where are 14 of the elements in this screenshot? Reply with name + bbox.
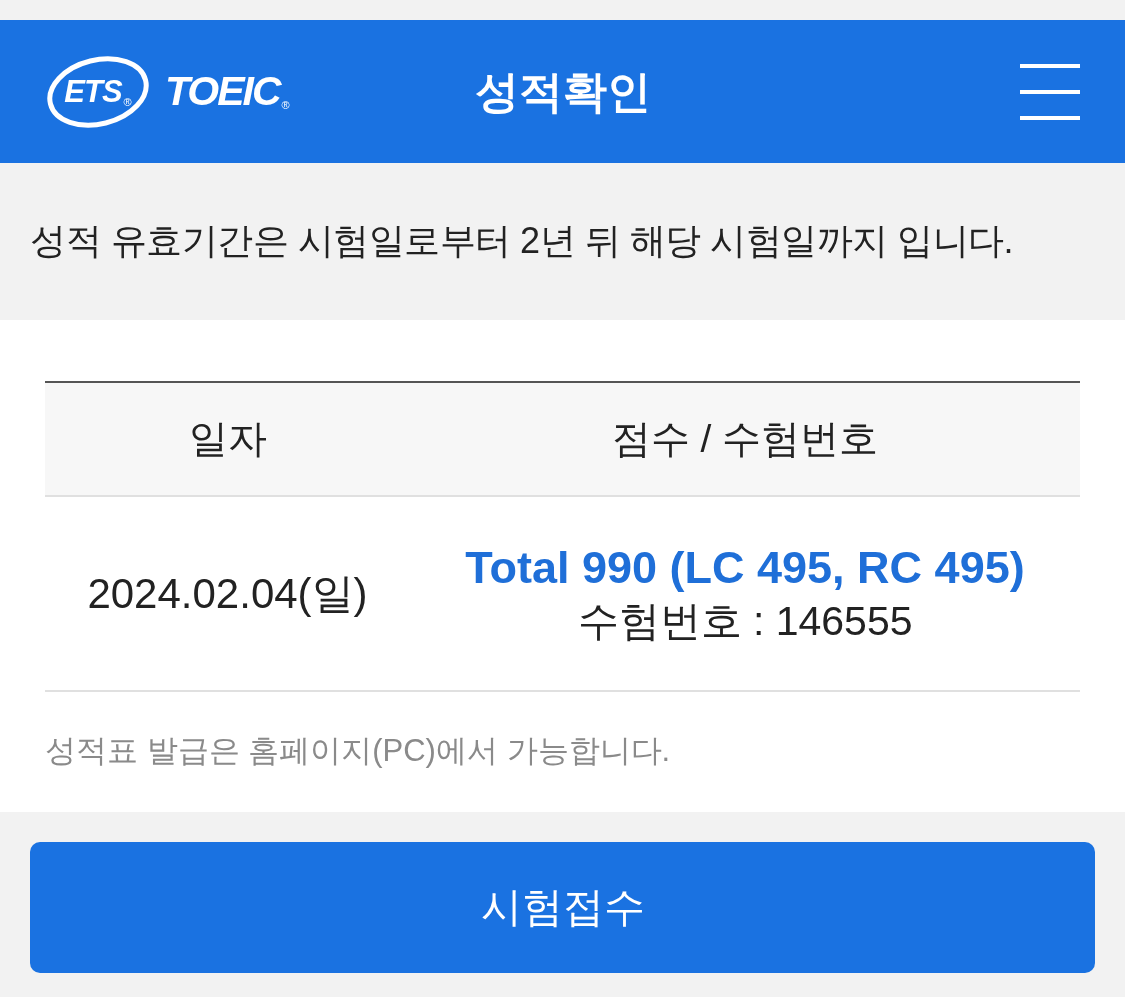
score-text: Total 990 (LC 495, RC 495) xyxy=(465,540,1025,595)
register-exam-button[interactable]: 시험접수 xyxy=(30,842,1095,973)
logo-text: TOEIC$_{®}$ xyxy=(165,71,290,112)
menu-icon xyxy=(1020,63,1080,120)
column-header: 일자 xyxy=(45,382,410,496)
registration-number: 수험번호 : 146555 xyxy=(577,596,913,646)
menu-button[interactable] xyxy=(1020,63,1080,120)
logo-text: ETS$_{®}$ xyxy=(64,75,132,108)
page-title: 성적확인 xyxy=(474,69,651,114)
test-date: 2024.02.04(일) xyxy=(87,569,368,617)
column-header: 점수 / 수험번호 xyxy=(410,382,1080,496)
notice-text: 성적 유효기간은 시험일로부터 2년 뒤 해당 시험일까지 입니다. xyxy=(30,219,1014,263)
footnote-text: 성적표 발급은 홈페이지(PC)에서 가능합니다. xyxy=(45,732,671,770)
logo-ellipse-icon xyxy=(45,53,151,130)
